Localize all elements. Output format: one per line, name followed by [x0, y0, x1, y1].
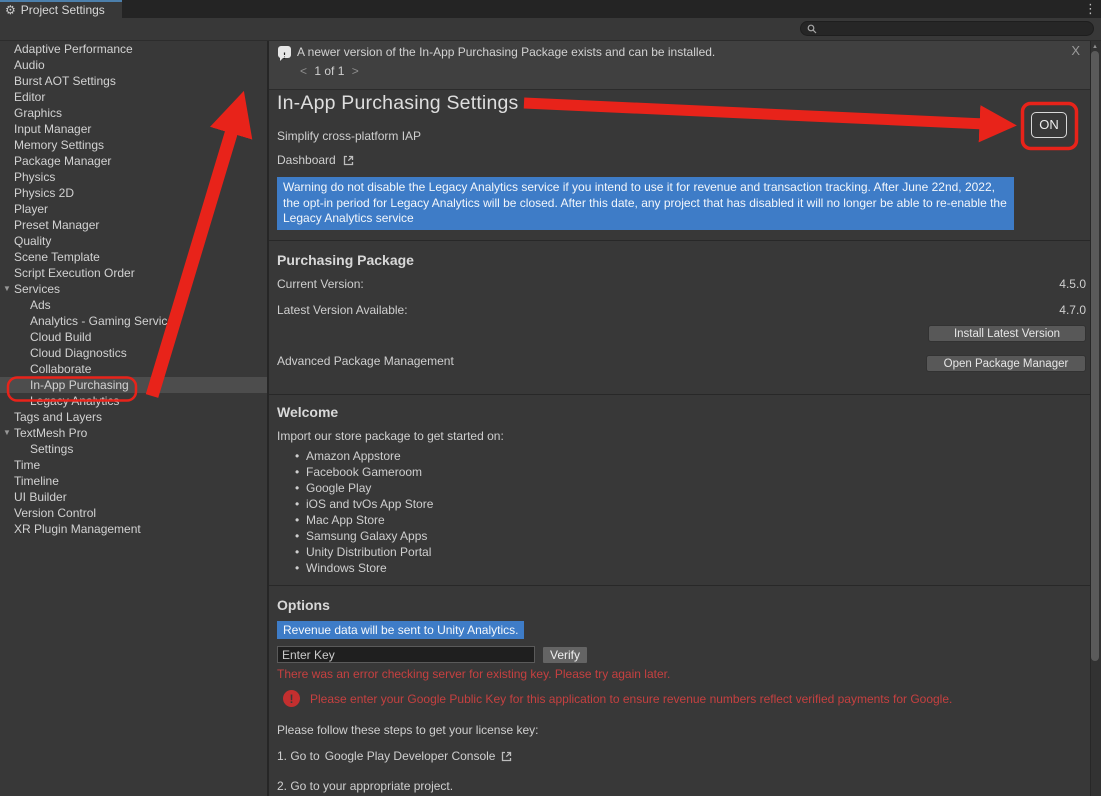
- search-box[interactable]: [800, 21, 1094, 36]
- sidebar-item-adaptive-performance[interactable]: Adaptive Performance: [0, 41, 267, 57]
- advanced-package-management-label: Advanced Package Management: [277, 354, 454, 369]
- step-1: 1. Go to Google Play Developer Console: [277, 749, 513, 764]
- store-list-item: •Facebook Gameroom: [269, 464, 769, 480]
- sidebar-item-player[interactable]: Player: [0, 201, 267, 217]
- google-key-warning-text: Please enter your Google Public Key for …: [310, 692, 1090, 707]
- verify-button[interactable]: Verify: [542, 646, 588, 664]
- sidebar-item-quality[interactable]: Quality: [0, 233, 267, 249]
- sidebar-item-audio[interactable]: Audio: [0, 57, 267, 73]
- iap-toggle-on-button[interactable]: ON: [1031, 112, 1067, 138]
- sidebar-item-in-app-purchasing[interactable]: In-App Purchasing: [0, 377, 267, 393]
- sidebar-item-preset-manager[interactable]: Preset Manager: [0, 217, 267, 233]
- package-update-notification: ! A newer version of the In-App Purchasi…: [269, 41, 1090, 90]
- current-version-value: 4.5.0: [1059, 277, 1086, 291]
- sidebar-item-analytics-gaming-services[interactable]: Analytics - Gaming Services: [0, 313, 267, 329]
- sidebar-item-timeline[interactable]: Timeline: [0, 473, 267, 489]
- search-icon: [807, 24, 817, 34]
- google-play-console-link[interactable]: Google Play Developer Console: [325, 749, 496, 764]
- sidebar-item-textmesh-settings[interactable]: Settings: [0, 441, 267, 457]
- sidebar-item-package-manager[interactable]: Package Manager: [0, 153, 267, 169]
- welcome-intro: Import our store package to get started …: [277, 429, 504, 444]
- sidebar-item-version-control[interactable]: Version Control: [0, 505, 267, 521]
- sidebar-item-memory-settings[interactable]: Memory Settings: [0, 137, 267, 153]
- store-list-item: •Windows Store: [269, 560, 769, 576]
- legacy-analytics-warning: Warning do not disable the Legacy Analyt…: [277, 177, 1014, 230]
- simplify-iap-label: Simplify cross-platform IAP: [277, 129, 421, 144]
- sidebar-item-cloud-diagnostics[interactable]: Cloud Diagnostics: [0, 345, 267, 361]
- gear-icon: ⚙: [5, 4, 16, 16]
- options-heading: Options: [277, 597, 330, 613]
- purchasing-package-heading: Purchasing Package: [277, 252, 414, 268]
- foldout-icon[interactable]: ▼: [3, 281, 11, 297]
- step-2: 2. Go to your appropriate project.: [277, 779, 453, 794]
- search-input[interactable]: [821, 23, 1081, 35]
- store-list-item: •Google Play: [269, 480, 769, 496]
- pager-label: 1 of 1: [314, 64, 344, 78]
- sidebar-item-collaborate[interactable]: Collaborate: [0, 361, 267, 377]
- page-title: In-App Purchasing Settings: [277, 92, 519, 115]
- close-icon[interactable]: X: [1071, 43, 1080, 58]
- error-icon: !: [283, 690, 300, 707]
- scrollbar-thumb[interactable]: [1091, 51, 1099, 661]
- external-link-icon[interactable]: [500, 750, 513, 763]
- sidebar-item-ui-builder[interactable]: UI Builder: [0, 489, 267, 505]
- sidebar-item-time[interactable]: Time: [0, 457, 267, 473]
- dashboard-link[interactable]: Dashboard: [277, 153, 355, 168]
- sidebar-item-physics[interactable]: Physics: [0, 169, 267, 185]
- step-1-prefix: 1. Go to: [277, 749, 320, 764]
- sidebar-divider: [267, 41, 269, 796]
- sidebar-item-textmesh-pro[interactable]: ▼ TextMesh Pro: [0, 425, 267, 441]
- external-link-icon: [342, 154, 355, 167]
- notification-icon: !: [278, 46, 291, 58]
- sidebar-item-ads[interactable]: Ads: [0, 297, 267, 313]
- latest-version-label: Latest Version Available:: [277, 303, 408, 318]
- store-list-item: •Mac App Store: [269, 512, 769, 528]
- sidebar-item-graphics[interactable]: Graphics: [0, 105, 267, 121]
- section-divider: [269, 394, 1090, 395]
- section-divider: [269, 240, 1090, 241]
- tab-title: Project Settings: [21, 3, 105, 17]
- store-list: •Amazon Appstore •Facebook Gameroom •Goo…: [269, 448, 769, 576]
- notification-pager: < 1 of 1 >: [300, 64, 359, 78]
- sidebar-item-legacy-analytics[interactable]: Legacy Analytics: [0, 393, 267, 409]
- sidebar-item-scene-template[interactable]: Scene Template: [0, 249, 267, 265]
- pager-next-icon[interactable]: >: [352, 64, 359, 78]
- kebab-menu-icon[interactable]: ⋮: [1084, 1, 1097, 17]
- sidebar-item-script-execution-order[interactable]: Script Execution Order: [0, 265, 267, 281]
- google-key-input[interactable]: [277, 646, 535, 663]
- settings-sidebar: Adaptive Performance Audio Burst AOT Set…: [0, 41, 267, 796]
- sidebar-item-input-manager[interactable]: Input Manager: [0, 121, 267, 137]
- section-divider: [269, 585, 1090, 586]
- annotation-arrow-to-on-toggle: [524, 103, 985, 124]
- key-check-error-text: There was an error checking server for e…: [277, 667, 670, 682]
- analytics-note-highlight: Revenue data will be sent to Unity Analy…: [277, 621, 524, 639]
- store-list-item: •iOS and tvOs App Store: [269, 496, 769, 512]
- latest-version-value: 4.7.0: [1059, 303, 1086, 317]
- tab-project-settings[interactable]: ⚙ Project Settings: [0, 0, 122, 18]
- store-list-item: •Unity Distribution Portal: [269, 544, 769, 560]
- sidebar-item-burst-aot-settings[interactable]: Burst AOT Settings: [0, 73, 267, 89]
- current-version-label: Current Version:: [277, 277, 364, 292]
- sidebar-item-physics-2d[interactable]: Physics 2D: [0, 185, 267, 201]
- notification-message: A newer version of the In-App Purchasing…: [297, 44, 715, 60]
- tab-strip: ⚙ Project Settings ⋮: [0, 0, 1101, 19]
- store-list-item: •Amazon Appstore: [269, 448, 769, 464]
- foldout-icon[interactable]: ▼: [3, 425, 11, 441]
- sidebar-item-tags-and-layers[interactable]: Tags and Layers: [0, 409, 267, 425]
- steps-intro: Please follow these steps to get your li…: [277, 723, 538, 738]
- sidebar-item-services[interactable]: ▼ Services: [0, 281, 267, 297]
- install-latest-version-button[interactable]: Install Latest Version: [928, 325, 1086, 342]
- sidebar-item-editor[interactable]: Editor: [0, 89, 267, 105]
- store-list-item: •Samsung Galaxy Apps: [269, 528, 769, 544]
- project-settings-window: ⚙ Project Settings ⋮ Adaptive Performanc…: [0, 0, 1101, 796]
- scroll-up-icon[interactable]: ▲: [1091, 43, 1099, 51]
- welcome-heading: Welcome: [277, 404, 338, 420]
- sidebar-item-xr-plugin-management[interactable]: XR Plugin Management: [0, 521, 267, 537]
- pager-prev-icon[interactable]: <: [300, 64, 307, 78]
- toolbar: [0, 18, 1101, 41]
- sidebar-item-cloud-build[interactable]: Cloud Build: [0, 329, 267, 345]
- open-package-manager-button[interactable]: Open Package Manager: [926, 355, 1086, 372]
